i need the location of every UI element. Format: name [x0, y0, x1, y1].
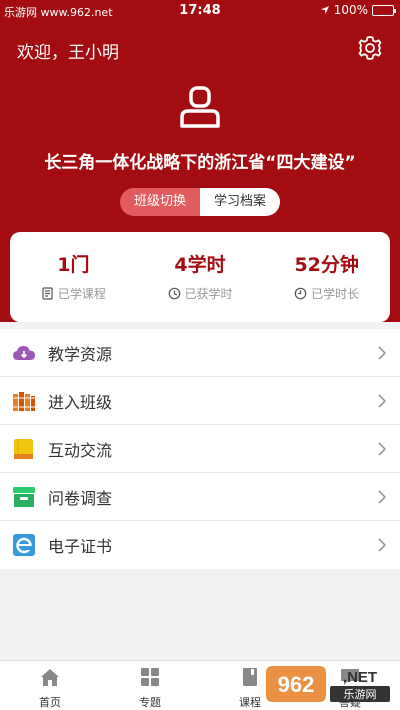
chevron-right-icon [378, 394, 387, 408]
grid-icon [141, 668, 159, 686]
book-icon [14, 438, 33, 459]
menu-item-interaction[interactable]: 互动交流 [0, 425, 400, 473]
program-title: 长三角一体化战略下的浙江省“四大建设” [44, 153, 356, 173]
menu-label: 互动交流 [48, 440, 113, 460]
clock-icon [168, 287, 180, 300]
menu-label: 教学资源 [48, 344, 113, 364]
home-icon [41, 669, 59, 686]
stat-label-row: 已学时长 [263, 285, 390, 302]
chevron-right-icon [378, 442, 387, 456]
menu-item-enter-class[interactable]: 进入班级 [0, 377, 400, 425]
menu-label: 电子证书 [48, 537, 113, 556]
stat-label-row: 已学课程 [10, 285, 137, 302]
svg-text:.NET: .NET [343, 669, 377, 686]
menu-label: 进入班级 [48, 392, 113, 412]
menu-label: 问卷调查 [48, 488, 113, 508]
stat-study-time: 52分钟 已学时长 [263, 232, 390, 322]
chevron-right-icon [378, 538, 387, 552]
stat-label: 已获学时 [184, 287, 233, 301]
stat-value: 52分钟 [294, 254, 359, 276]
cloud-download-icon [13, 345, 35, 360]
tab-topics[interactable]: 专题 [100, 661, 200, 710]
tab-label: 首页 [39, 696, 61, 709]
stat-label: 已学时长 [311, 287, 360, 301]
svg-text:乐游网: 乐游网 [344, 688, 377, 701]
stat-value: 4学时 [174, 254, 226, 276]
stats-card: 1门 已学课程 4学时 已获学时 52分钟 已学时长 [10, 232, 390, 322]
location-icon [320, 6, 329, 14]
greeting: 欢迎，王小明 [17, 43, 119, 63]
stat-courses: 1门 已学课程 [10, 232, 137, 322]
avatar-icon[interactable] [178, 85, 222, 129]
stat-label-row: 已获学时 [137, 285, 264, 302]
menu-item-teaching-resources[interactable]: 教学资源 [0, 329, 400, 377]
view-toggle: 班级切换 学习档案 [120, 188, 280, 216]
chevron-right-icon [378, 490, 387, 504]
course-book-icon [243, 668, 257, 686]
tab-home[interactable]: 首页 [0, 661, 100, 710]
switch-class-tab[interactable]: 班级切换 [120, 188, 200, 216]
books-icon [13, 391, 35, 411]
chevron-right-icon [378, 346, 387, 360]
watermark-logo: 962 .NET 乐游网 [266, 666, 390, 702]
tab-label: 专题 [139, 696, 161, 709]
status-right: 100% [320, 3, 396, 17]
browser-icon [13, 534, 35, 556]
menu-item-survey[interactable]: 问卷调查 [0, 473, 400, 521]
stat-label: 已学课程 [57, 287, 106, 301]
stat-value: 1门 [57, 254, 90, 276]
stat-credit-hours: 4学时 已获学时 [137, 232, 264, 322]
battery-icon [372, 4, 396, 16]
document-icon [42, 287, 53, 300]
menu-list: 教学资源 进入班级 互动交流 问卷调查 电子证书 [0, 329, 400, 569]
settings-gear-icon[interactable] [356, 34, 384, 62]
battery-percent: 100% [333, 3, 368, 17]
archive-icon [13, 486, 35, 507]
menu-item-certificate[interactable]: 电子证书 [0, 521, 400, 569]
status-bar: 乐游网 www.962.net 17:48 100% [0, 0, 400, 22]
timer-icon [294, 287, 307, 300]
svg-text:962: 962 [278, 672, 315, 697]
learning-record-tab[interactable]: 学习档案 [200, 188, 280, 216]
